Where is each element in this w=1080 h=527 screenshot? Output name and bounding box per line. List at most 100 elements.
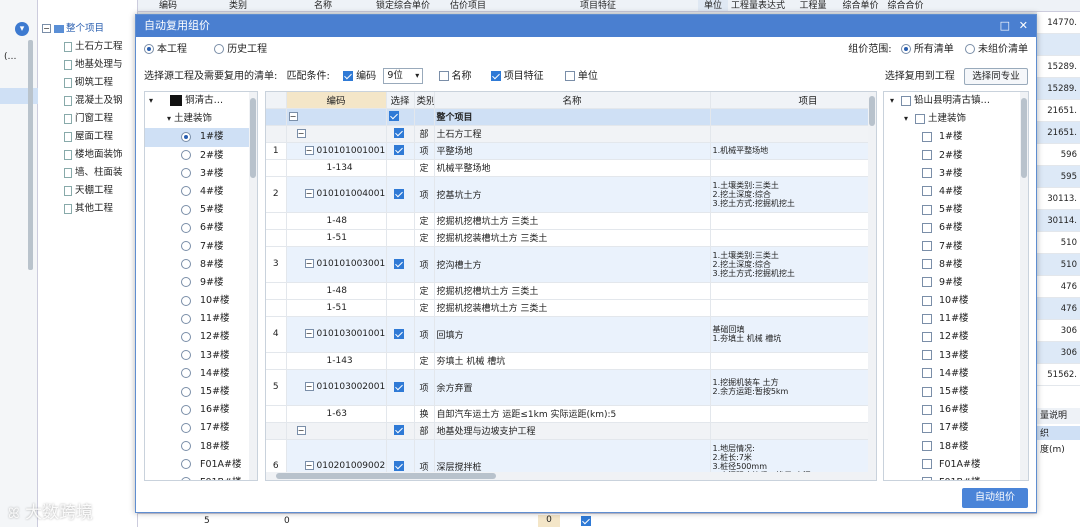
building-item[interactable]: 5#楼 bbox=[145, 201, 257, 219]
building-item[interactable]: 17#楼 bbox=[145, 419, 257, 437]
target-building-item[interactable]: 14#楼 bbox=[884, 365, 1028, 383]
checkbox-icon[interactable] bbox=[393, 145, 404, 156]
grid-column-header[interactable]: 工程量表达式 bbox=[728, 0, 788, 11]
target-building-item[interactable]: 18#楼 bbox=[884, 438, 1028, 456]
tree-item[interactable]: 其他工程 bbox=[64, 200, 137, 218]
collapse-icon[interactable]: − bbox=[304, 189, 314, 198]
table-row[interactable]: 1-143 定夯填土 机械 槽坑 bbox=[266, 352, 876, 370]
collapse-icon[interactable]: − bbox=[304, 382, 314, 391]
tree-group[interactable]: ▾ 土建装饰 bbox=[884, 110, 1028, 128]
building-item[interactable]: 16#楼 bbox=[145, 401, 257, 419]
table-row[interactable]: 4−010103001001 项回填方 基础回填 1.夯填土 机械 槽坑 bbox=[266, 316, 876, 353]
checkbox-icon[interactable] bbox=[915, 113, 926, 124]
select-cell[interactable] bbox=[386, 405, 415, 423]
checkbox-icon[interactable] bbox=[393, 128, 404, 139]
radio-unpriced-items[interactable]: 未组价清单 bbox=[965, 44, 1028, 55]
collapse-icon[interactable]: − bbox=[296, 425, 306, 435]
building-item[interactable]: 7#楼 bbox=[145, 238, 257, 256]
building-item[interactable]: 11#楼 bbox=[145, 310, 257, 328]
building-item[interactable]: 15#楼 bbox=[145, 383, 257, 401]
select-cell[interactable] bbox=[386, 108, 415, 126]
tree-item[interactable]: 混凝土及钢 bbox=[64, 92, 137, 110]
checkbox-icon[interactable] bbox=[393, 328, 404, 339]
scroll-thumb[interactable] bbox=[1021, 98, 1027, 178]
building-item[interactable]: F01A#楼 bbox=[145, 456, 257, 474]
grid-column-header[interactable]: 类别 bbox=[198, 0, 278, 11]
tree-root[interactable]: ▾ 铅山县明清古镇… bbox=[884, 92, 1028, 110]
grid-column-header[interactable]: 估价项目 bbox=[438, 0, 498, 11]
collapse-icon[interactable]: − bbox=[304, 329, 314, 338]
scroll-thumb[interactable] bbox=[250, 98, 256, 178]
select-cell[interactable] bbox=[386, 369, 415, 406]
target-building-item[interactable]: F01A#楼 bbox=[884, 456, 1028, 474]
building-item[interactable]: 18#楼 bbox=[145, 438, 257, 456]
building-item[interactable]: F01B#楼 bbox=[145, 474, 257, 480]
select-cell[interactable] bbox=[386, 316, 415, 353]
target-building-item[interactable]: 6#楼 bbox=[884, 219, 1028, 237]
expand-icon[interactable]: − bbox=[42, 24, 51, 33]
target-building-item[interactable]: 7#楼 bbox=[884, 238, 1028, 256]
target-building-item[interactable]: 1#楼 bbox=[884, 128, 1028, 146]
table-row[interactable]: 1-48 定挖掘机挖槽坑土方 三类土 bbox=[266, 282, 876, 300]
building-item[interactable]: 4#楼 bbox=[145, 183, 257, 201]
target-building-item[interactable]: 4#楼 bbox=[884, 183, 1028, 201]
select-cell[interactable] bbox=[386, 176, 415, 213]
match-code-checkbox[interactable]: 编码 bbox=[343, 71, 376, 82]
grid-column-header[interactable]: 编码 bbox=[138, 0, 198, 11]
tree-item[interactable]: 砌筑工程 bbox=[64, 74, 137, 92]
column-header[interactable]: 项目 bbox=[710, 92, 876, 109]
checkbox-icon[interactable] bbox=[901, 95, 912, 106]
checkbox-icon[interactable] bbox=[393, 188, 404, 199]
tree-item[interactable]: 地基处理与 bbox=[64, 56, 137, 74]
tree-item[interactable]: 天棚工程 bbox=[64, 182, 137, 200]
collapse-icon[interactable]: − bbox=[304, 259, 314, 268]
target-building-item[interactable]: 11#楼 bbox=[884, 310, 1028, 328]
collapse-icon[interactable]: − bbox=[296, 128, 306, 138]
checkbox-icon[interactable] bbox=[388, 111, 399, 122]
collapse-icon[interactable]: − bbox=[304, 145, 314, 155]
grid-column-header[interactable]: 锁定综合单价 bbox=[368, 0, 438, 11]
target-building-item[interactable]: 9#楼 bbox=[884, 274, 1028, 292]
select-same-discipline-button[interactable]: 选择同专业 bbox=[964, 68, 1028, 85]
horizontal-scrollbar[interactable] bbox=[266, 472, 876, 480]
select-cell[interactable] bbox=[386, 352, 415, 370]
table-row[interactable]: − 部地基处理与边坡支护工程 bbox=[266, 422, 876, 440]
select-cell[interactable] bbox=[386, 299, 415, 317]
checkbox-icon[interactable] bbox=[393, 258, 404, 269]
building-item[interactable]: 8#楼 bbox=[145, 256, 257, 274]
target-building-item[interactable]: 5#楼 bbox=[884, 201, 1028, 219]
match-unit-checkbox[interactable]: 单位 bbox=[564, 71, 598, 82]
grid-column-header[interactable]: 综合合价 bbox=[883, 0, 928, 11]
checkbox-icon[interactable] bbox=[393, 425, 404, 436]
vertical-scrollbar[interactable] bbox=[249, 92, 257, 480]
building-item[interactable]: 2#楼 bbox=[145, 147, 257, 165]
select-cell[interactable] bbox=[386, 142, 415, 160]
radio-all-items[interactable]: 所有清单 bbox=[900, 44, 954, 55]
select-cell[interactable] bbox=[386, 246, 415, 283]
select-cell[interactable] bbox=[386, 125, 415, 143]
target-building-item[interactable]: 10#楼 bbox=[884, 292, 1028, 310]
collapse-icon[interactable]: − bbox=[304, 461, 314, 470]
grid-column-header[interactable]: 项目特征 bbox=[498, 0, 698, 11]
target-building-item[interactable]: 3#楼 bbox=[884, 165, 1028, 183]
column-header[interactable] bbox=[266, 92, 287, 109]
code-digits-select[interactable]: 9位 bbox=[383, 68, 424, 84]
caret-down-icon[interactable]: ▾ bbox=[167, 114, 171, 123]
building-item[interactable]: 3#楼 bbox=[145, 165, 257, 183]
target-building-item[interactable]: 2#楼 bbox=[884, 147, 1028, 165]
building-item[interactable]: 6#楼 bbox=[145, 219, 257, 237]
match-name-checkbox[interactable]: 名称 bbox=[438, 71, 472, 82]
nav-icon[interactable]: ▾ bbox=[15, 22, 29, 36]
grid-column-header[interactable]: 名称 bbox=[278, 0, 368, 11]
caret-down-icon[interactable]: ▾ bbox=[904, 114, 908, 123]
table-row[interactable]: 5−010103002001 项余方弃置 1.挖掘机装车 土方 2.余方运距:暂按5… bbox=[266, 369, 876, 406]
grid-column-header[interactable]: 综合单价 bbox=[838, 0, 883, 11]
radio-history-project[interactable]: 历史工程 bbox=[214, 44, 267, 55]
select-cell[interactable] bbox=[386, 422, 415, 440]
table-row[interactable]: 1−010101001001 项平整场地 1.机械平整场地 bbox=[266, 142, 876, 160]
table-row[interactable]: 1-48 定挖掘机挖槽坑土方 三类土 bbox=[266, 212, 876, 230]
caret-down-icon[interactable]: ▾ bbox=[890, 96, 894, 105]
tree-root[interactable]: ▾ 铜清古… bbox=[145, 92, 257, 110]
target-building-item[interactable]: 16#楼 bbox=[884, 401, 1028, 419]
column-header[interactable]: 选择 bbox=[386, 92, 415, 109]
